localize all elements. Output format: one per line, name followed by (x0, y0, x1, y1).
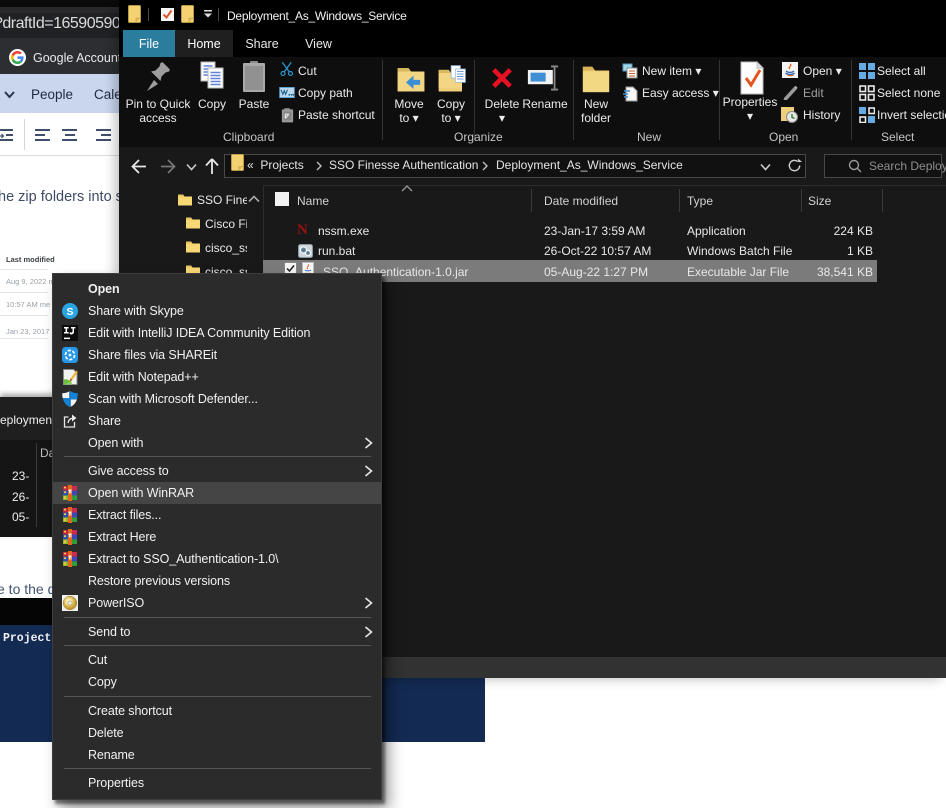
svg-text:S: S (66, 306, 73, 318)
